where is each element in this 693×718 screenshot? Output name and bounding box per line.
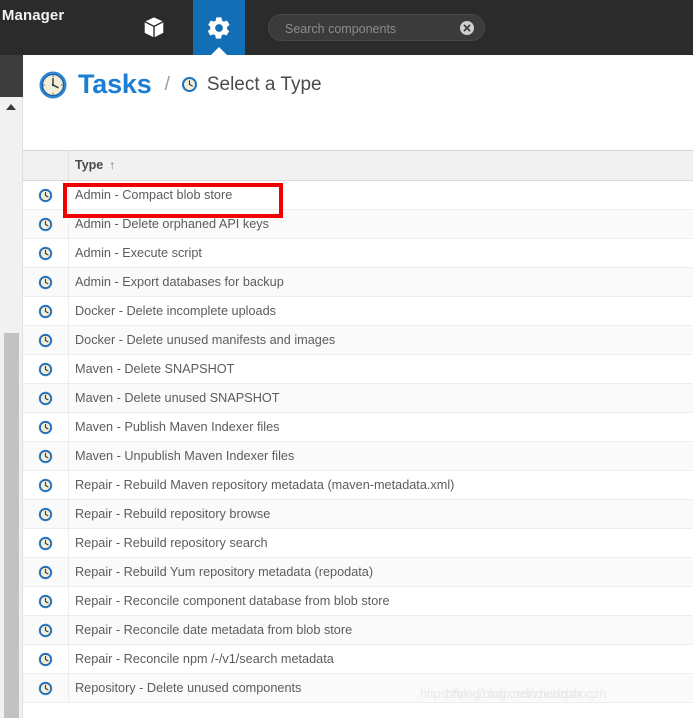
row-clock-icon [23, 355, 69, 383]
table-row[interactable]: Repair - Rebuild Yum repository metadata… [23, 558, 693, 587]
search-box[interactable] [268, 14, 485, 42]
row-clock-icon [23, 645, 69, 673]
table-header-row: Type ↑ [23, 151, 693, 181]
search-input[interactable] [283, 15, 457, 42]
row-type-label: Repair - Rebuild repository search [75, 536, 268, 550]
table-header-type-label: Type [75, 158, 104, 172]
table-row[interactable]: Admin - Export databases for backup [23, 268, 693, 297]
clear-search-icon[interactable] [460, 21, 474, 35]
row-clock-icon [23, 239, 69, 267]
row-clock-icon [23, 413, 69, 441]
breadcrumb-separator: / [164, 73, 170, 95]
row-clock-icon [23, 384, 69, 412]
top-header-bar: ory Manager [0, 0, 693, 55]
table-row[interactable]: Admin - Compact blob store [23, 181, 693, 210]
row-type-label: Maven - Unpublish Maven Indexer files [75, 449, 295, 463]
gear-icon [206, 15, 232, 41]
row-type-label: Repair - Reconcile date metadata from bl… [75, 623, 353, 637]
breadcrumb-current: Select a Type [206, 73, 322, 95]
row-clock-icon [23, 558, 69, 586]
row-type-label: Repair - Reconcile npm /-/v1/search meta… [75, 652, 334, 666]
table-row[interactable]: Repair - Rebuild repository browse [23, 500, 693, 529]
row-type-label: Admin - Delete orphaned API keys [75, 217, 269, 231]
table-row[interactable]: Admin - Delete orphaned API keys [23, 210, 693, 239]
row-type-label: Repair - Rebuild repository browse [75, 507, 271, 521]
row-type-label: Repository - Delete unused components [75, 681, 302, 695]
row-type-label: Maven - Delete SNAPSHOT [75, 362, 235, 376]
table-row[interactable]: Admin - Execute script [23, 239, 693, 268]
task-type-table: Admin - Compact blob store Admin - Delete… [23, 181, 693, 718]
table-row[interactable]: Maven - Delete SNAPSHOT [23, 355, 693, 384]
row-type-label: Admin - Export databases for backup [75, 275, 284, 289]
row-clock-icon [23, 181, 69, 209]
table-row[interactable]: Maven - Delete unused SNAPSHOT [23, 384, 693, 413]
row-type-label: Docker - Delete unused manifests and ima… [75, 333, 336, 347]
row-type-label: Maven - Publish Maven Indexer files [75, 420, 280, 434]
table-row[interactable]: Maven - Publish Maven Indexer files [23, 413, 693, 442]
row-type-label: Admin - Compact blob store [75, 188, 233, 202]
row-type-label: Docker - Delete incomplete uploads [75, 304, 276, 318]
cube-icon [142, 15, 166, 40]
row-clock-icon [23, 471, 69, 499]
row-type-label: Repair - Reconcile component database fr… [75, 594, 390, 608]
row-clock-icon [23, 500, 69, 528]
table-row[interactable]: Repair - Reconcile date metadata from bl… [23, 616, 693, 645]
nav-tab-admin[interactable] [193, 0, 245, 55]
row-type-label: Admin - Execute script [75, 246, 202, 260]
breadcrumb: Tasks / Select a Type [38, 69, 322, 100]
row-clock-icon [23, 529, 69, 557]
table-row[interactable]: Docker - Delete incomplete uploads [23, 297, 693, 326]
caret-up-icon[interactable] [6, 104, 16, 110]
row-clock-icon [23, 268, 69, 296]
row-clock-icon [23, 297, 69, 325]
left-dark-rail [0, 55, 23, 97]
table-row[interactable]: Repair - Rebuild Maven repository metada… [23, 471, 693, 500]
row-type-label: Repair - Rebuild Maven repository metada… [75, 478, 455, 492]
row-clock-icon [23, 326, 69, 354]
table-row[interactable]: Repair - Rebuild repository search [23, 529, 693, 558]
table-row[interactable]: Repair - Reconcile component database fr… [23, 587, 693, 616]
table-row[interactable]: Repository - Delete unused components [23, 674, 693, 703]
active-tab-notch [210, 47, 228, 55]
clock-icon [38, 70, 68, 100]
page-title[interactable]: Tasks [78, 69, 152, 100]
sort-ascending-icon: ↑ [109, 158, 116, 172]
row-clock-icon [23, 210, 69, 238]
table-row[interactable]: Maven - Unpublish Maven Indexer files [23, 442, 693, 471]
row-clock-icon [23, 442, 69, 470]
row-clock-icon [23, 616, 69, 644]
brand-title: ory Manager [0, 7, 65, 24]
app-window: ory Manager [0, 0, 693, 718]
table-row[interactable]: Docker - Delete unused manifests and ima… [23, 326, 693, 355]
table-row[interactable]: Repair - Reconcile npm /-/v1/search meta… [23, 645, 693, 674]
row-type-label: Repair - Rebuild Yum repository metadata… [75, 565, 374, 579]
row-clock-icon [23, 674, 69, 702]
breadcrumb-card: Tasks / Select a Type [23, 55, 693, 151]
row-type-label: Maven - Delete unused SNAPSHOT [75, 391, 280, 405]
nav-tab-browse[interactable] [128, 0, 180, 55]
clock-small-icon [181, 76, 198, 93]
table-header-icon-column [23, 151, 69, 180]
table-header-type[interactable]: Type ↑ [75, 158, 115, 172]
page-scrollbar[interactable] [0, 97, 23, 718]
scroll-thumb[interactable] [4, 333, 19, 718]
row-clock-icon [23, 587, 69, 615]
main-content: Tasks / Select a Type Type ↑ Admin - Com… [23, 55, 693, 718]
